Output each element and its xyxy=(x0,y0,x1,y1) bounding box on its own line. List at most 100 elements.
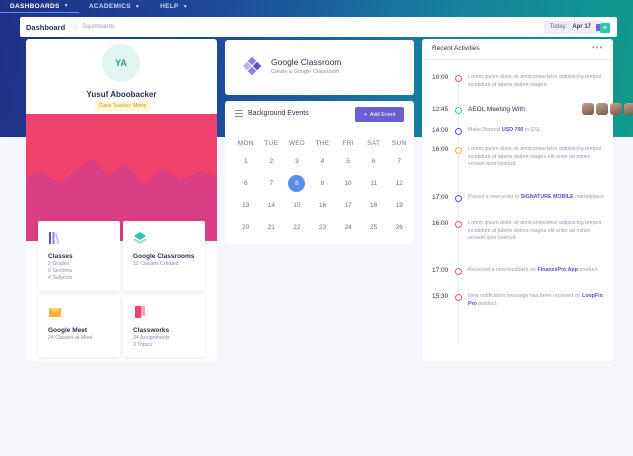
more-options-icon[interactable]: ••• xyxy=(592,43,603,52)
calendar-day-label: 6 xyxy=(243,180,248,187)
avatar[interactable] xyxy=(582,103,594,115)
calendar-day-label: 6 xyxy=(371,158,376,165)
avatar[interactable] xyxy=(610,103,622,115)
timeline-line xyxy=(458,79,459,344)
calendar-day[interactable]: 14 xyxy=(259,195,285,217)
calendar-day-label: 7 xyxy=(269,180,274,187)
tile-line: 4 Subjects xyxy=(48,275,73,281)
tile-line: 34 Assignments xyxy=(133,335,170,341)
avatar[interactable] xyxy=(596,103,608,115)
timeline-dot xyxy=(455,221,462,228)
calendar-day[interactable]: 7 xyxy=(259,173,285,195)
calendar-day[interactable]: 2 xyxy=(259,151,285,173)
calendar-day[interactable]: 1 xyxy=(233,151,259,173)
add-event-button[interactable]: + Add Event xyxy=(355,107,404,122)
classroom-subtitle: Create a Google Classroom xyxy=(271,69,340,75)
calendar-day[interactable]: 13 xyxy=(233,195,259,217)
classroom-logo-icon xyxy=(243,57,261,75)
calendar-day[interactable]: 20 xyxy=(233,217,259,239)
calendar-day[interactable]: 4 xyxy=(310,151,336,173)
weekday-header: SUN xyxy=(391,140,407,147)
tile-classes[interactable]: Classes 2 Grades 6 Sections 4 Subjects xyxy=(38,221,120,291)
weekday-header: MON xyxy=(237,140,254,147)
calendar-day[interactable]: 9 xyxy=(310,173,336,195)
attendee-avatars xyxy=(582,103,633,115)
breadcrumb[interactable]: Dashboards xyxy=(82,24,114,30)
chevron-down-icon: ▼ xyxy=(63,3,69,9)
calendar-day[interactable]: 10 xyxy=(335,173,361,195)
calendar-day[interactable]: 6 xyxy=(361,151,387,173)
calendar-day[interactable]: 8 xyxy=(284,173,310,195)
google-classroom-card[interactable]: Google Classroom Create a Google Classro… xyxy=(225,40,414,95)
tile-title: Classes xyxy=(48,253,73,260)
timeline-dot xyxy=(455,147,462,154)
calendar-day[interactable]: 19 xyxy=(386,195,412,217)
calendar-day-label: 18 xyxy=(370,202,378,209)
activity-time: 17:00 xyxy=(432,194,449,201)
activity-highlight[interactable]: FinancePro App xyxy=(538,267,578,273)
tile-google-meet[interactable]: Google Meet 24 Classes at Meet xyxy=(38,295,120,357)
weekday-header: SAT xyxy=(367,140,381,147)
activity-highlight[interactable]: SIGNATURE MOBILE xyxy=(521,194,574,200)
activity-time: 15:30 xyxy=(432,293,449,300)
calendar-day[interactable]: 5 xyxy=(335,151,361,173)
calendar-day[interactable]: 21 xyxy=(259,217,285,239)
tile-classworks[interactable]: Classworks 34 Assignments 3 Topics xyxy=(123,295,205,357)
nav-academics[interactable]: ACADEMICS ▼ xyxy=(79,0,150,13)
weekday-header: FRI xyxy=(342,140,354,147)
activity-text: Lorem ipsum dolor sit amitconsectetur ad… xyxy=(468,74,602,88)
activity-heading: AEOL Meeting With xyxy=(468,106,525,113)
calendar-day-label: 11 xyxy=(370,180,377,187)
calendar-day-label: 1 xyxy=(243,158,248,165)
calendar-day[interactable]: 18 xyxy=(361,195,387,217)
calendar-day-label: 10 xyxy=(344,180,352,187)
profile-name: Yusuf Aboobacker xyxy=(86,90,157,99)
calendar-day[interactable]: 11 xyxy=(361,173,387,195)
timeline-dot xyxy=(455,294,462,301)
calendar-day[interactable]: 17 xyxy=(335,195,361,217)
calendar-day-label: 7 xyxy=(397,158,402,165)
calendar-day[interactable]: 15 xyxy=(284,195,310,217)
calendar-day-label: 3 xyxy=(295,158,299,165)
classroom-icon xyxy=(133,232,147,244)
calendar-day[interactable]: 22 xyxy=(284,217,310,239)
activity-text: AEOL Meeting With xyxy=(468,103,633,115)
calendar-day[interactable]: 26 xyxy=(386,217,412,239)
calendar-day[interactable]: 7 xyxy=(386,151,412,173)
calendar-day-label: 19 xyxy=(395,202,403,209)
tile-line: 24 Classes at Meet xyxy=(48,335,93,341)
tile-title: Google Meet xyxy=(48,327,88,334)
activity-text-part: Received a new feedback on xyxy=(468,267,537,273)
activity-text-part: Placed a new order in xyxy=(468,194,520,200)
home-icon[interactable]: ⌂ xyxy=(73,24,77,31)
timeline-dot xyxy=(455,195,462,202)
mail-icon xyxy=(49,308,61,317)
calendar-day[interactable]: 3 xyxy=(284,151,310,173)
nav-dashboards[interactable]: DASHBOARDS ▼ xyxy=(0,0,79,13)
calendar-day[interactable]: 16 xyxy=(310,195,336,217)
nav-help[interactable]: HELP ▼ xyxy=(150,0,198,13)
activity-text: Lorem ipsum dolor sit amitconsectetur ad… xyxy=(468,220,602,241)
activity-highlight[interactable]: USD 700 xyxy=(502,127,524,133)
calendar-day[interactable]: 12 xyxy=(386,173,412,195)
calendar-day[interactable]: 25 xyxy=(361,217,387,239)
calendar-day[interactable]: 6 xyxy=(233,173,259,195)
calendar-day-label: 22 xyxy=(293,224,301,231)
calendar-day-label: 23 xyxy=(318,224,327,231)
calendar-day-label: 21 xyxy=(267,224,275,231)
weekday-header: THE xyxy=(315,140,330,147)
timeline-dot xyxy=(455,75,462,82)
date-prefix: Today: xyxy=(549,24,568,30)
tile-google-classrooms[interactable]: Google Classrooms 12 Classes Created xyxy=(123,221,205,291)
activity-text-part: to ESL xyxy=(524,127,541,133)
activity-time: 16:00 xyxy=(432,146,449,153)
calendar-day[interactable]: 23 xyxy=(310,217,336,239)
calendar-day[interactable]: 24 xyxy=(335,217,361,239)
recent-title: Recent Activities xyxy=(432,45,480,52)
avatar[interactable] xyxy=(624,103,633,115)
chevron-down-icon: ▼ xyxy=(134,3,141,10)
bookmark-icon xyxy=(135,306,145,318)
activity-time: 16:00 xyxy=(432,220,449,227)
chevron-down-icon: ▼ xyxy=(182,3,188,10)
add-button[interactable]: + xyxy=(600,23,610,33)
